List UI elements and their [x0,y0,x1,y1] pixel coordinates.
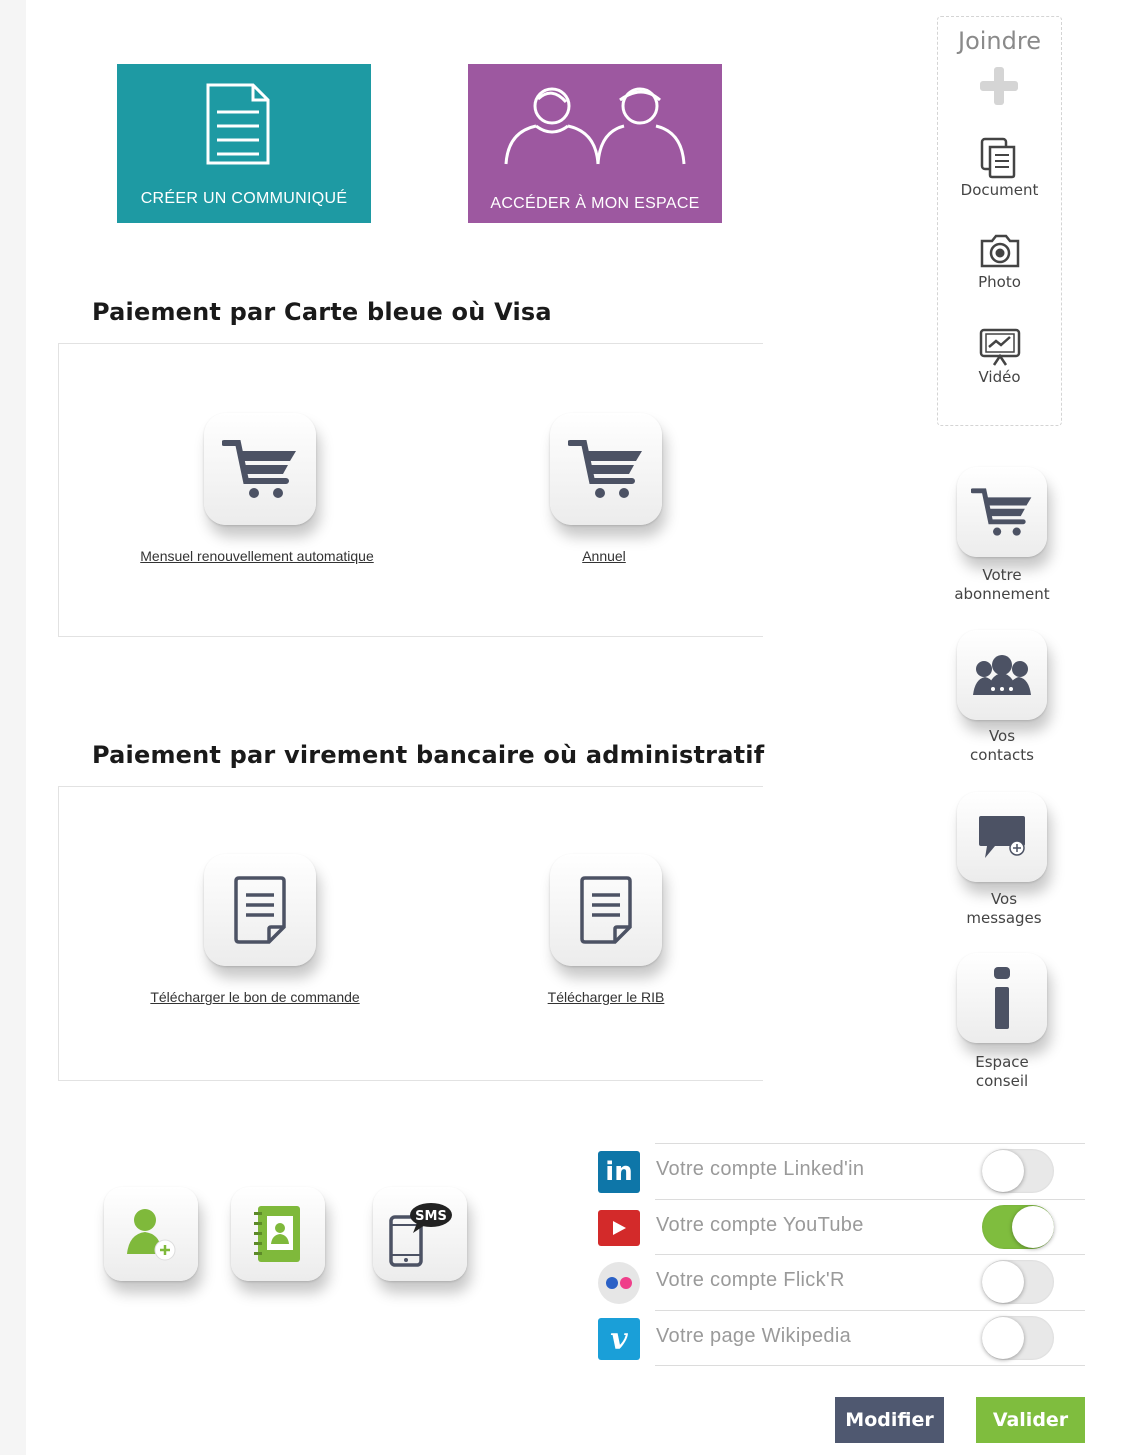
linkedin-toggle[interactable] [982,1149,1054,1193]
my-space-tile[interactable]: ACCÉDER À MON ESPACE [468,64,722,223]
create-release-label: CRÉER UN COMMUNIQUÉ [140,190,348,207]
messages-label-line1: Vos [990,890,1018,908]
subscription-button[interactable] [957,467,1047,557]
address-book-button[interactable] [231,1187,325,1281]
add-contact-button[interactable] [104,1187,198,1281]
monthly-cart-button[interactable] [204,413,316,525]
wikipedia-label: Votre page Wikipedia [656,1325,852,1347]
vimeo-icon: v [598,1318,640,1360]
my-space-label: ACCÉDER À MON ESPACE [490,195,700,212]
contacts-label: Vos contacts [942,727,1062,765]
users-icon [504,87,686,165]
sms-button[interactable]: SMS [373,1187,467,1281]
cart-icon [222,440,296,498]
subscription-label-line1: Votre [982,566,1022,584]
transfer-payment-title: Paiement par virement bancaire où admini… [92,741,765,769]
advice-label-line2: conseil [975,1072,1029,1090]
file-icon [580,876,632,944]
toggle-knob [1012,1206,1054,1248]
row-divider [655,1143,1085,1144]
sms-phone-icon: SMS [389,1203,452,1267]
sms-badge-text: SMS [415,1209,447,1224]
social-row-linkedin: in Votre compte Linked'in [598,1143,1085,1198]
advice-button[interactable] [957,953,1047,1043]
flickr-toggle[interactable] [982,1260,1054,1304]
rib-button[interactable] [550,854,662,966]
info-icon [994,967,1010,1029]
toggle-knob [982,1261,1024,1303]
group-icon [973,655,1031,695]
messages-label-line2: messages [966,909,1042,927]
cart-icon [568,440,642,498]
subscription-label-line2: abonnement [954,585,1050,603]
order-form-button[interactable] [204,854,316,966]
address-book-icon [254,1206,300,1262]
linkedin-label: Votre compte Linked'in [656,1158,865,1180]
rib-link[interactable]: Télécharger le RIB [530,989,682,1005]
annual-link[interactable]: Annuel [554,548,654,564]
attach-panel: Joindre Document Photo Vidéo [937,16,1062,426]
subscription-label: Votre abonnement [942,566,1062,604]
row-divider [655,1365,1085,1366]
document-icon [206,83,270,165]
file-icon [234,876,286,944]
photo-label: Photo [978,273,1021,291]
video-label: Vidéo [978,368,1021,386]
toggle-knob [982,1317,1024,1359]
annual-cart-button[interactable] [550,413,662,525]
linkedin-icon: in [598,1151,640,1193]
plus-icon[interactable] [980,67,1018,105]
toggle-knob [982,1150,1024,1192]
validate-button[interactable]: Valider [976,1397,1085,1443]
row-divider [655,1254,1085,1255]
wikipedia-toggle[interactable] [982,1316,1054,1360]
social-row-wikipedia: v Votre page Wikipedia [598,1310,1085,1366]
video-presentation-icon[interactable] [978,327,1022,367]
modify-button[interactable]: Modifier [835,1397,944,1443]
flickr-label: Votre compte Flick'R [656,1269,845,1291]
contacts-label-line1: Vos [988,727,1016,745]
advice-label-line1: Espace [975,1053,1029,1071]
row-divider [655,1199,1085,1200]
messages-label: Vos messages [944,890,1064,928]
contacts-label-line2: contacts [970,746,1034,764]
youtube-label: Votre compte YouTube [656,1214,864,1236]
messages-button[interactable] [957,792,1047,882]
document-label: Document [960,181,1039,199]
row-divider [655,1310,1085,1311]
document-icon[interactable] [980,137,1018,179]
social-row-flickr: Votre compte Flick'R [598,1254,1085,1309]
flickr-icon [598,1262,640,1304]
add-user-icon [127,1209,176,1261]
attach-title: Joindre [958,27,1041,55]
order-form-link[interactable]: Télécharger le bon de commande [130,989,380,1005]
youtube-toggle[interactable] [982,1205,1054,1249]
create-release-tile[interactable]: CRÉER UN COMMUNIQUÉ [117,64,371,223]
camera-icon[interactable] [979,233,1021,269]
monthly-link[interactable]: Mensuel renouvellement automatique [120,548,394,564]
chat-bubble-icon [979,816,1025,858]
cart-icon [971,488,1032,536]
youtube-icon [598,1210,640,1246]
contacts-button[interactable] [957,630,1047,720]
card-payment-title: Paiement par Carte bleue où Visa [92,298,552,326]
social-row-youtube: Votre compte YouTube [598,1199,1085,1254]
advice-label: Espace conseil [942,1053,1062,1091]
